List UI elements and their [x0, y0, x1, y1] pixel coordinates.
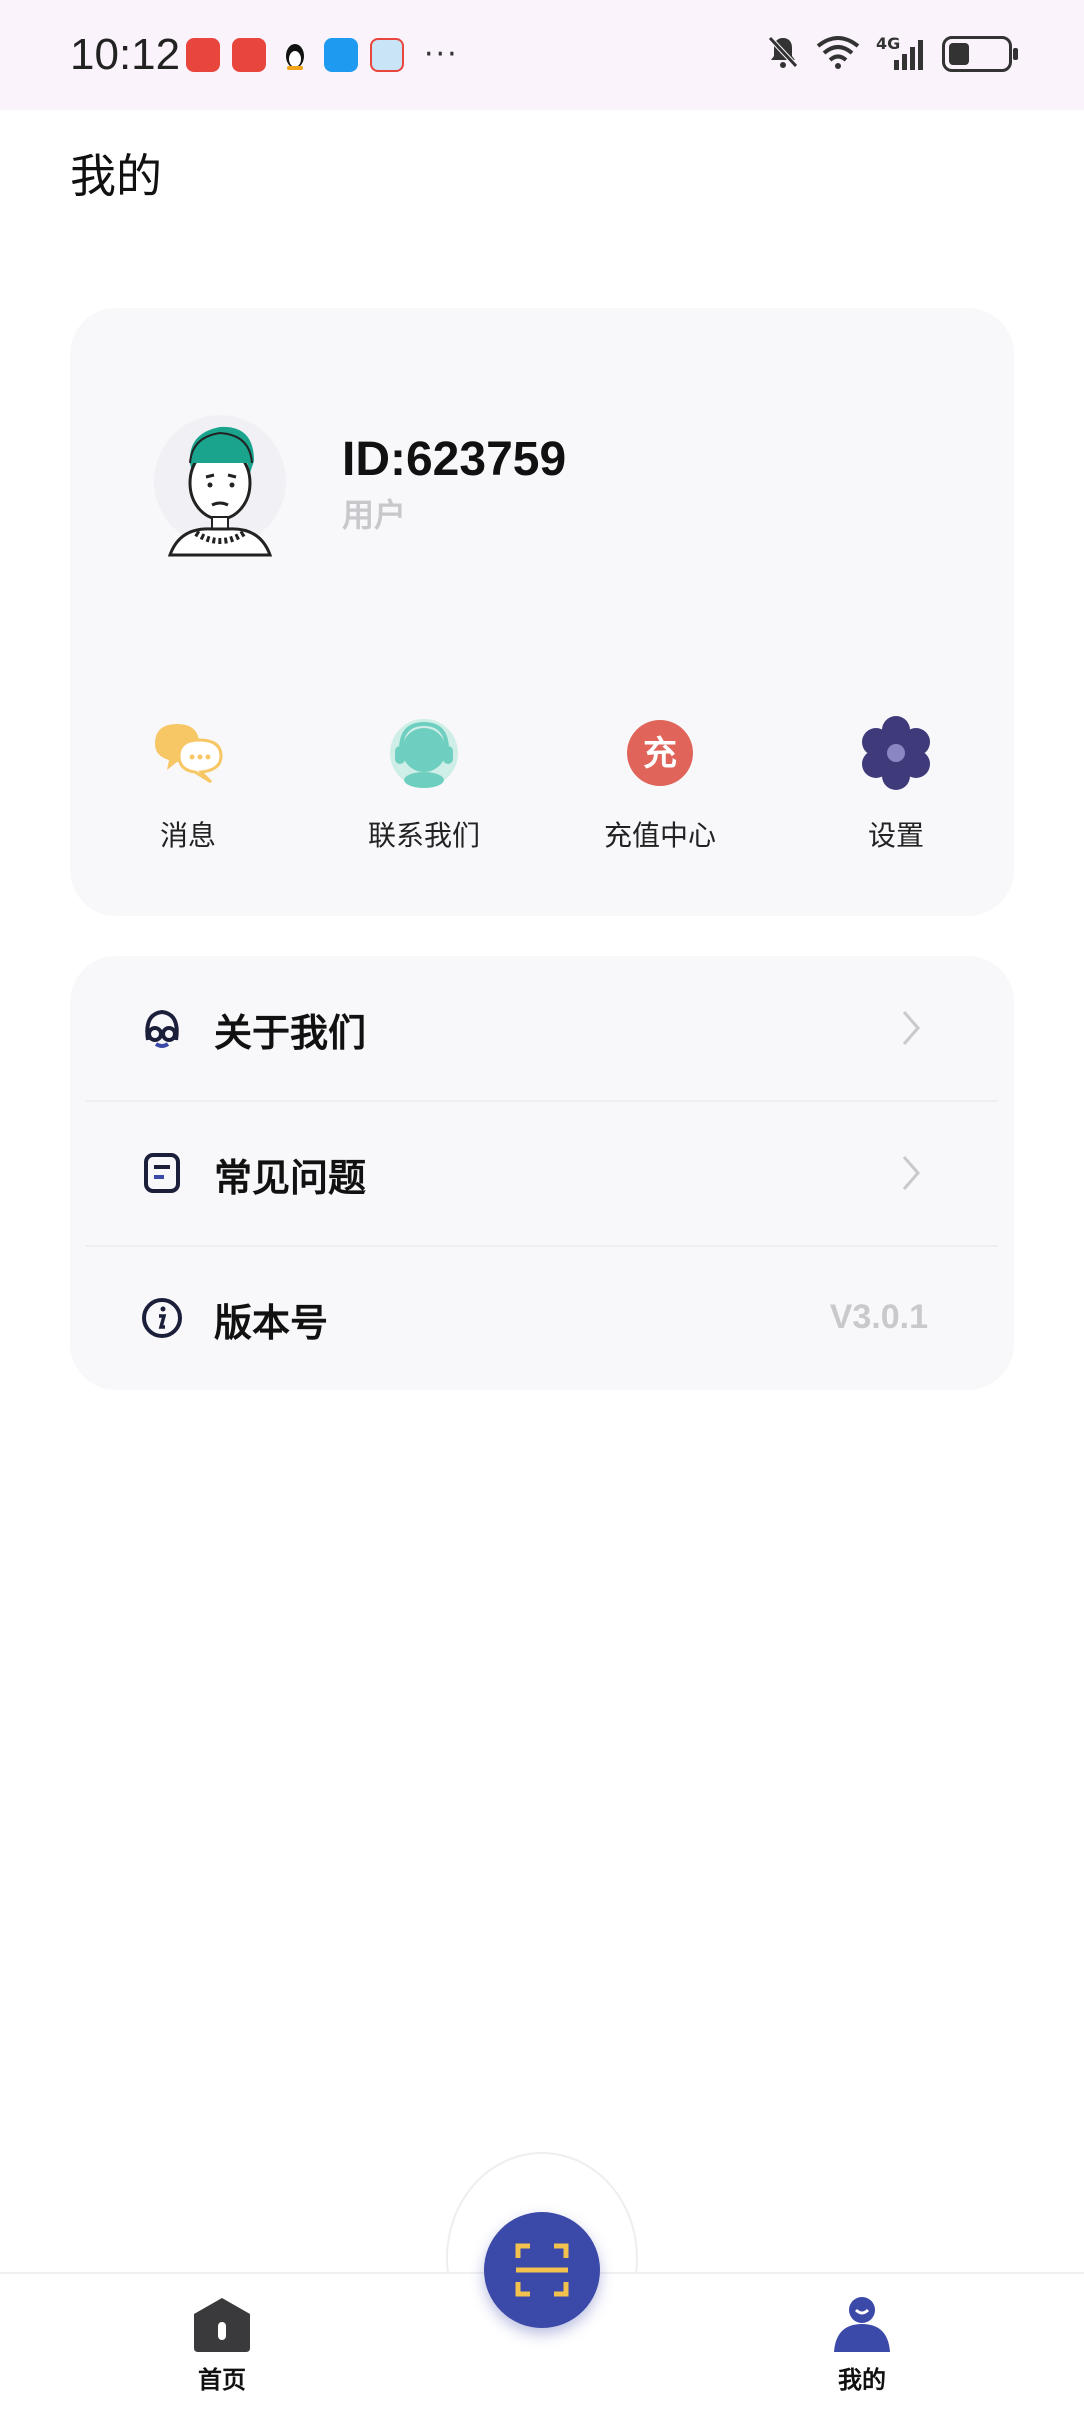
- user-id: ID:623759: [342, 433, 567, 486]
- status-indicators: 4G: [766, 34, 1018, 74]
- nav-label: 我的: [838, 2366, 886, 2394]
- svg-text:充: 充: [643, 734, 677, 774]
- chevron-right-icon: [900, 1153, 922, 1193]
- message-app-icon: [324, 38, 358, 72]
- faq-document-icon: [140, 1151, 184, 1195]
- status-bar: 10:12 ··· 4G: [0, 0, 1084, 110]
- menu-label: 常见问题: [214, 1156, 367, 1200]
- quick-action-messages[interactable]: 消息: [88, 716, 288, 854]
- page-title: 我的: [70, 149, 162, 203]
- quick-action-label: 联系我们: [367, 819, 480, 852]
- user-role: 用户: [342, 496, 407, 534]
- nav-tab-home[interactable]: 首页: [152, 2296, 292, 2395]
- customer-service-icon: [387, 716, 461, 790]
- scan-button[interactable]: [484, 2212, 600, 2328]
- menu-card: 关于我们 常见问题 版本号 V3.0.1: [70, 956, 1014, 1390]
- version-value: V3.0.1: [829, 1298, 928, 1336]
- message-bubbles-icon: [151, 716, 225, 790]
- quick-action-label: 设置: [867, 819, 924, 852]
- chevron-right-icon: [900, 1008, 922, 1048]
- nav-tab-mine[interactable]: 我的: [792, 2296, 932, 2395]
- user-icon: [792, 2296, 932, 2356]
- menu-item-faq[interactable]: 常见问题: [70, 1101, 1014, 1245]
- quick-action-contact-us[interactable]: 联系我们: [324, 716, 524, 854]
- cellular-icon: 4G: [876, 34, 926, 72]
- qq-app-icon: [278, 38, 312, 72]
- settings-flower-icon: [859, 716, 933, 790]
- battery-icon: [942, 36, 1018, 72]
- quick-action-label: 充值中心: [603, 819, 716, 852]
- wifi-icon: [816, 34, 860, 74]
- menu-label: 关于我们: [214, 1011, 367, 1055]
- recharge-icon: 充: [623, 716, 697, 790]
- menu-item-version: 版本号 V3.0.1: [70, 1246, 1014, 1390]
- huawei-app-icon: [232, 38, 266, 72]
- avatar[interactable]: [150, 403, 290, 573]
- home-icon: [152, 2296, 292, 2356]
- scan-icon: [515, 2243, 569, 2297]
- mute-bell-icon: [766, 34, 800, 74]
- quick-action-settings[interactable]: 设置: [796, 716, 996, 854]
- quick-actions: 消息 联系我们 充 充值中心 设置: [70, 716, 1014, 856]
- profile-card: ID:623759 用户 消息 联系我们 充 充值中心 设置: [70, 308, 1014, 916]
- nav-label: 首页: [198, 2366, 246, 2394]
- about-us-icon: [140, 1006, 184, 1050]
- game-app-icon: [370, 38, 404, 72]
- status-time: 10:12: [70, 30, 181, 79]
- quick-action-label: 消息: [159, 819, 216, 852]
- menu-item-about[interactable]: 关于我们: [70, 956, 1014, 1100]
- info-icon: [140, 1296, 184, 1340]
- phone-app-icon: [186, 38, 220, 72]
- notification-icons: ···: [186, 38, 459, 72]
- menu-label: 版本号: [214, 1301, 329, 1345]
- quick-action-recharge[interactable]: 充 充值中心: [560, 716, 760, 854]
- more-notifications: ···: [424, 37, 459, 72]
